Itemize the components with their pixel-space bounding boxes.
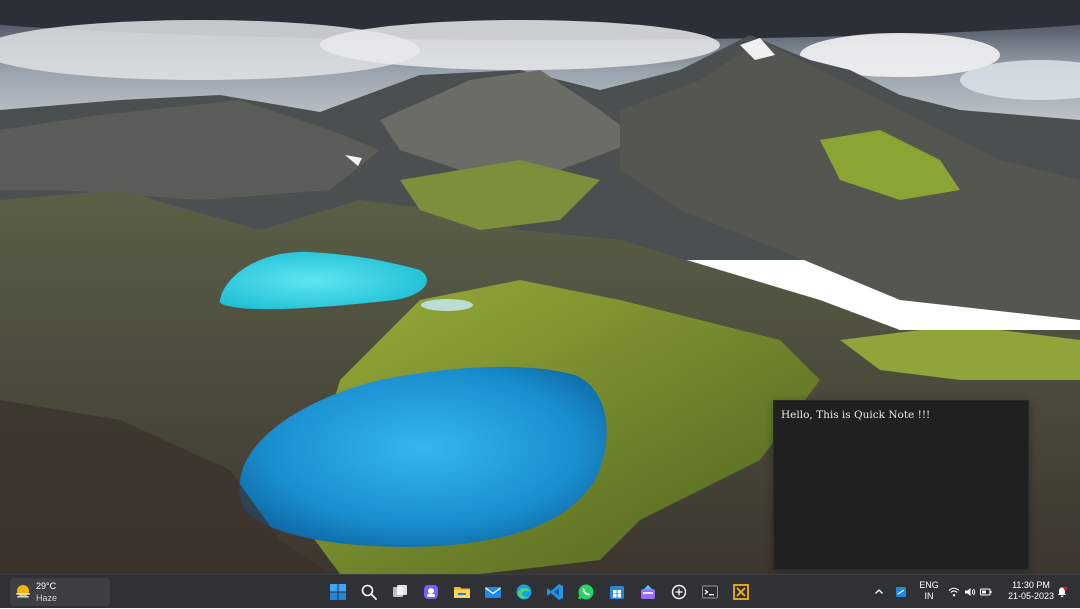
wifi-icon [948,587,960,597]
search-icon [361,584,377,600]
chevron-up-icon [875,589,883,594]
ai-chat-icon [671,584,687,600]
speaker-volume-icon [965,588,976,596]
battery-icon [980,588,992,596]
quick-settings-button[interactable] [946,575,992,609]
tool-app-button[interactable] [729,580,753,604]
mail-button[interactable] [481,580,505,604]
weather-condition: Haze [36,593,58,603]
weather-widget[interactable]: 29°C Haze [10,578,110,606]
store-button[interactable] [605,580,629,604]
taskbar: 29°C Haze ENG IN 11:30 PM 21-05-2023 [0,574,1080,608]
chat-icon [424,585,438,599]
sun-haze-icon [16,585,30,598]
tray-app-icon [896,587,906,597]
vscode-button[interactable] [543,580,567,604]
task-view-button[interactable] [388,580,412,604]
code-editor-icon [547,584,563,600]
notification-bell-icon [1057,586,1068,597]
whatsapp-button[interactable] [574,580,598,604]
installer-button[interactable] [636,580,660,604]
tray-app-button[interactable] [893,575,909,609]
quick-note-text[interactable]: Hello, This is Quick Note !!! [781,408,1023,428]
start-button[interactable] [326,580,350,604]
mail-icon [485,587,501,598]
language-code: ENG [919,580,939,590]
edge-browser-icon [516,584,532,600]
whatsapp-icon [578,584,594,600]
edge-browser-button[interactable] [512,580,536,604]
task-view-icon [393,585,407,597]
search-button[interactable] [357,580,381,604]
weather-temperature: 29°C [36,581,57,591]
terminal-icon [702,585,718,599]
installer-icon [641,585,655,599]
quick-note-window[interactable]: Hello, This is Quick Note !!! [773,400,1029,570]
windows-logo-icon [330,584,346,600]
keyboard-region: IN [924,591,934,601]
folder-icon [454,587,470,598]
file-explorer-button[interactable] [450,580,474,604]
desktop[interactable]: Hello, This is Quick Note !!! [0,0,1080,574]
store-icon [610,586,624,599]
ai-chat-button[interactable] [667,580,691,604]
input-language-indicator[interactable]: ENG IN [914,580,944,604]
notifications-button[interactable] [1054,575,1070,609]
chat-button[interactable] [419,580,443,604]
terminal-button[interactable] [698,580,722,604]
show-hidden-icons-button[interactable] [872,575,886,609]
tool-app-icon [733,584,749,600]
